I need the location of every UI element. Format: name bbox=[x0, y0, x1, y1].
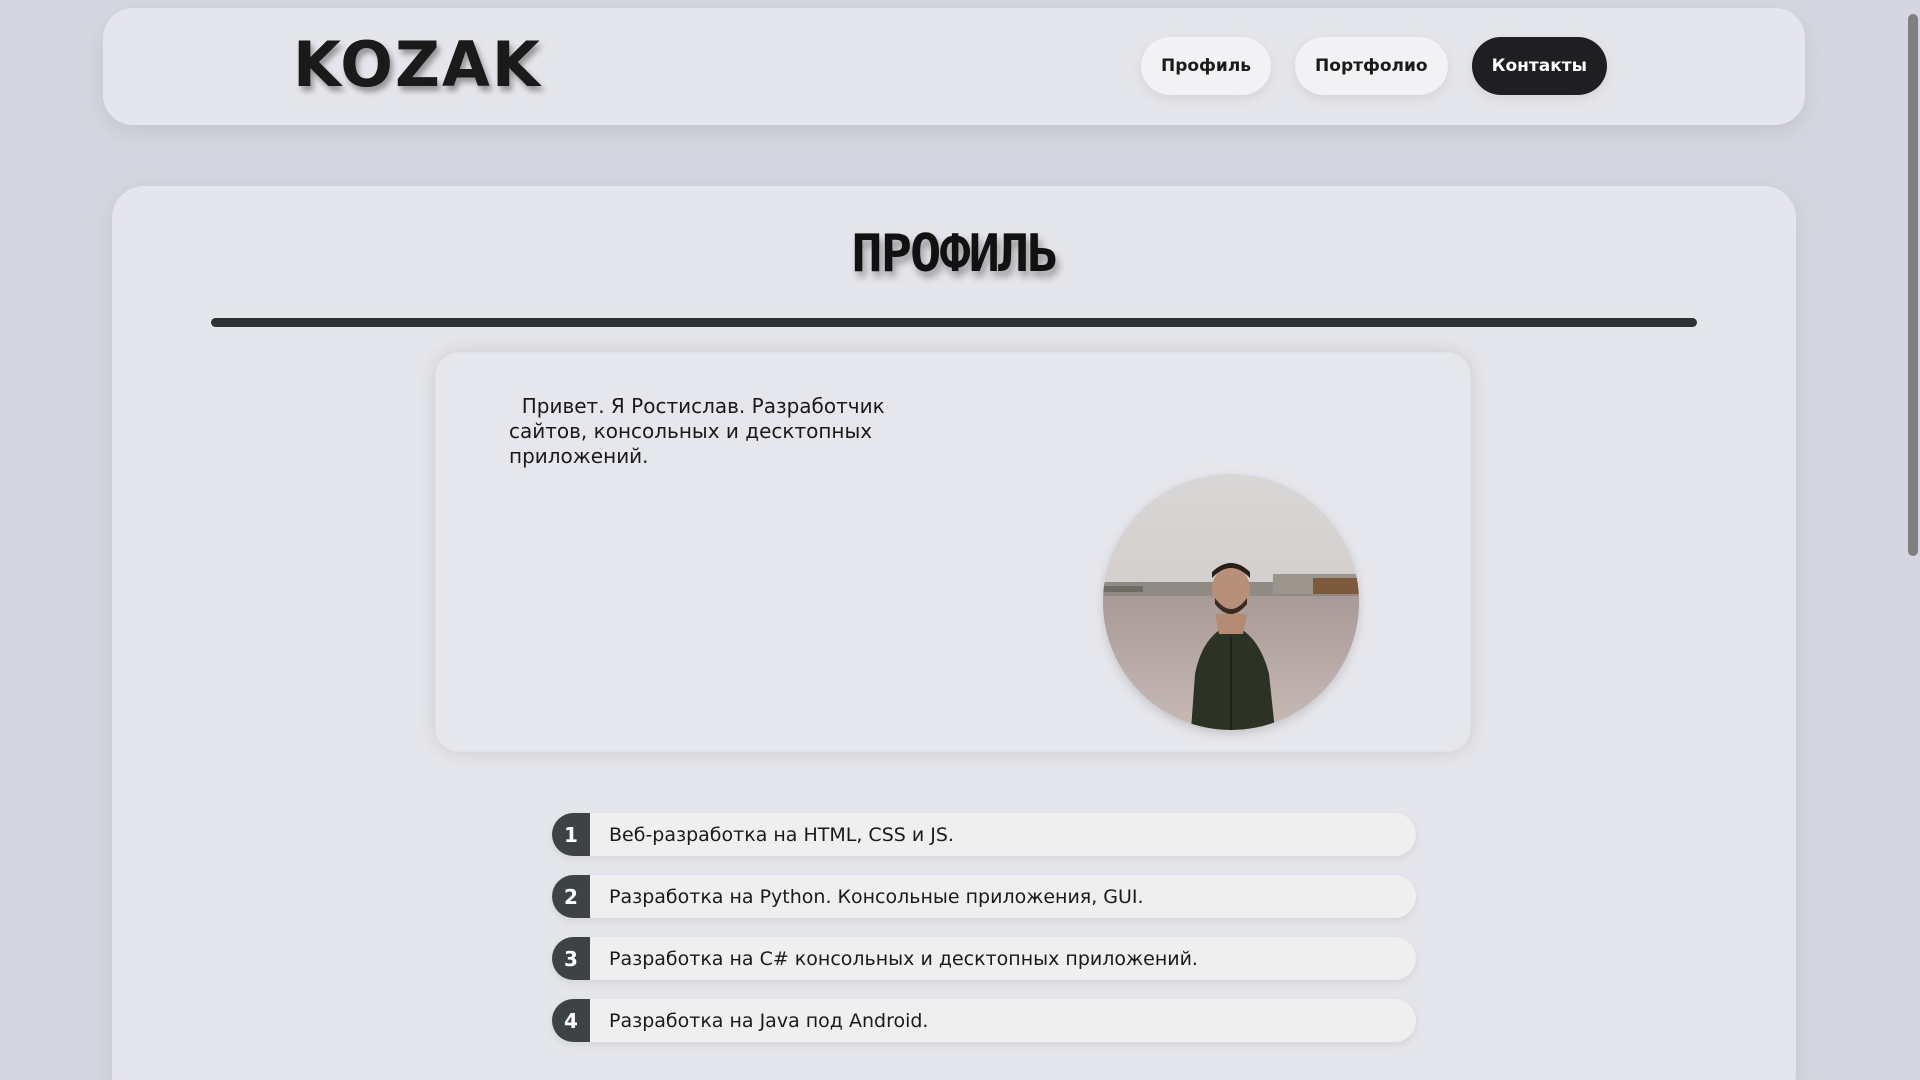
list-item: 4 Разработка на Java под Android. bbox=[552, 999, 1416, 1042]
nav-portfolio-button[interactable]: Портфолио bbox=[1295, 37, 1448, 95]
page: KOZAK Профиль Портфолио Контакты ПРОФИЛЬ… bbox=[0, 0, 1920, 1080]
skill-number: 1 bbox=[552, 813, 590, 856]
list-item: 2 Разработка на Python. Консольные прило… bbox=[552, 875, 1416, 918]
profile-section: ПРОФИЛЬ Привет. Я Ростислав. Разработчик… bbox=[112, 186, 1796, 1080]
profile-card: Привет. Я Ростислав. Разработчик сайтов,… bbox=[435, 352, 1471, 752]
avatar bbox=[1103, 474, 1359, 730]
skill-number: 4 bbox=[552, 999, 590, 1042]
skill-number: 3 bbox=[552, 937, 590, 980]
title-divider bbox=[211, 318, 1697, 327]
list-item: 3 Разработка на C# консольных и десктопн… bbox=[552, 937, 1416, 980]
main-nav: Профиль Портфолио Контакты bbox=[1140, 37, 1607, 95]
scrollbar-thumb[interactable] bbox=[1908, 14, 1918, 556]
skill-text: Разработка на Java под Android. bbox=[609, 1009, 929, 1032]
nav-profile-button[interactable]: Профиль bbox=[1140, 37, 1272, 95]
list-item: 1 Веб-разработка на HTML, CSS и JS. bbox=[552, 813, 1416, 856]
site-header: KOZAK Профиль Портфолио Контакты bbox=[103, 8, 1805, 125]
nav-contacts-button[interactable]: Контакты bbox=[1471, 37, 1607, 95]
skill-number: 2 bbox=[552, 875, 590, 918]
skill-text: Разработка на Python. Консольные приложе… bbox=[609, 885, 1144, 908]
intro-text: Привет. Я Ростислав. Разработчик сайтов,… bbox=[509, 394, 892, 468]
page-title: ПРОФИЛЬ bbox=[851, 224, 1058, 284]
skill-text: Разработка на C# консольных и десктопных… bbox=[609, 947, 1198, 970]
site-logo[interactable]: KOZAK bbox=[293, 34, 542, 96]
page-scrollbar[interactable] bbox=[1906, 0, 1920, 1080]
skills-list: 1 Веб-разработка на HTML, CSS и JS. 2 Ра… bbox=[552, 813, 1416, 1061]
avatar-photo bbox=[1103, 474, 1359, 730]
skill-text: Веб-разработка на HTML, CSS и JS. bbox=[609, 823, 954, 846]
